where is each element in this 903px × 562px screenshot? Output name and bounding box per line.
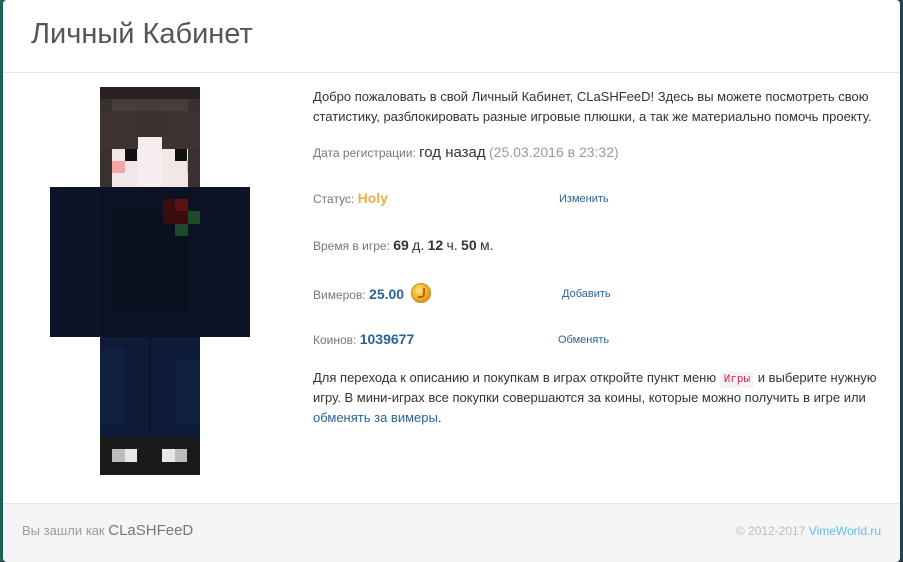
games-menu-chip: Игры: [719, 372, 755, 388]
games-hint-text: Для перехода к описанию и покупкам в игр…: [313, 368, 881, 428]
status-value: Holy: [357, 190, 388, 206]
add-vimers-link[interactable]: Добавить: [562, 288, 611, 300]
logged-in-username: CLaSHFeeD: [108, 522, 194, 539]
logged-in-as: Вы зашли как CLaSHFeeD: [22, 522, 193, 539]
coins-row: Коинов: 1039677: [313, 331, 414, 347]
vimers-value: 25.00: [369, 286, 405, 302]
outro-part1: Для перехода к описанию и покупкам в игр…: [313, 370, 717, 385]
outro-part3: .: [437, 410, 442, 425]
playtime-days: 69: [393, 237, 409, 253]
change-status-link[interactable]: Изменить: [559, 193, 609, 205]
playtime-days-unit: д.: [412, 237, 425, 253]
panel-footer: Вы зашли как CLaSHFeeD © 2012-2017 VimeW…: [3, 503, 900, 562]
player-skin-image: [50, 87, 250, 475]
playtime-minutes-unit: м.: [479, 237, 494, 253]
page-title: Личный Кабинет: [31, 18, 253, 50]
vimers-row: Вимеров: 25.00: [313, 283, 432, 303]
coins-label: Коинов:: [313, 333, 357, 347]
registration-label: Дата регистрации:: [313, 146, 416, 160]
playtime-label: Время в игре:: [313, 239, 390, 253]
coin-icon: [411, 283, 432, 303]
playtime-hours: 12: [427, 237, 444, 253]
playtime-row: Время в игре: 69 д. 12 ч. 50 м.: [313, 237, 493, 253]
playtime-hours-unit: ч.: [446, 237, 458, 253]
welcome-text: Добро пожаловать в свой Личный Кабинет, …: [313, 89, 872, 124]
exchange-for-vimers-link[interactable]: обменять за вимеры: [313, 410, 438, 425]
coins-value: 1039677: [359, 331, 415, 347]
copyright-text: © 2012-2017: [735, 524, 806, 538]
registration-relative: год назад: [419, 144, 486, 161]
registration-row: Дата регистрации: год назад (25.03.2016 …: [313, 144, 619, 161]
registration-exact: (25.03.2016 в 23:32): [489, 144, 619, 160]
logged-in-prefix: Вы зашли как: [22, 523, 105, 538]
site-link[interactable]: VimeWorld.ru: [809, 524, 881, 538]
status-label: Статус:: [313, 192, 355, 206]
panel-header: Личный Кабинет: [3, 0, 900, 73]
vimers-label: Вимеров:: [313, 288, 366, 302]
copyright: © 2012-2017 VimeWorld.ru: [736, 524, 881, 538]
playtime-minutes: 50: [461, 237, 477, 253]
status-row: Статус: Holy: [313, 190, 388, 206]
exchange-coins-link[interactable]: Обменять: [558, 334, 609, 346]
